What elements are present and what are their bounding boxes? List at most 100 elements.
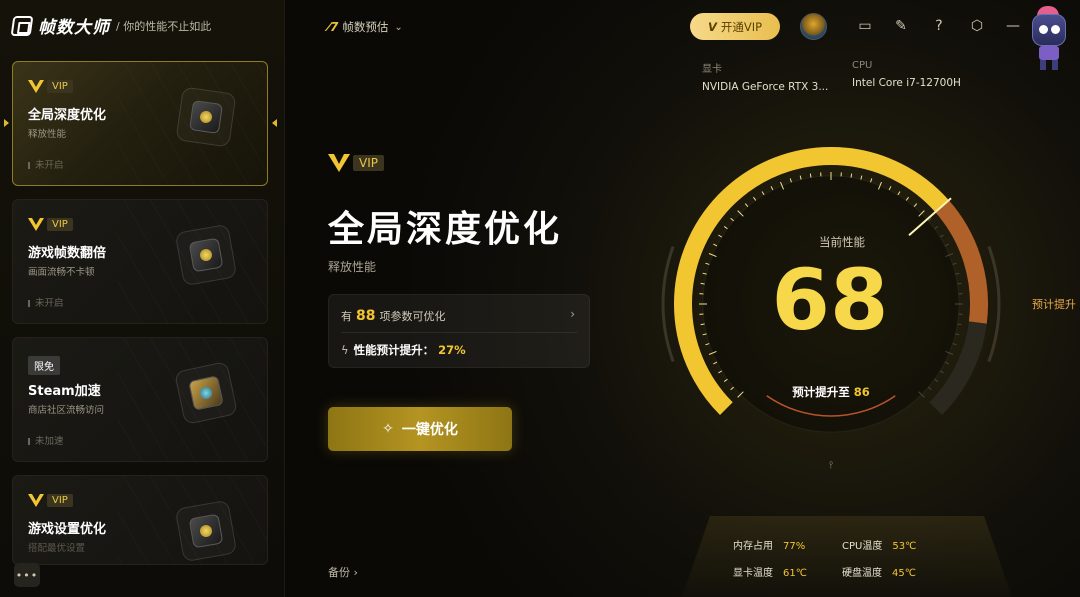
gauge-tick xyxy=(744,203,749,207)
edit-icon[interactable]: ✎ xyxy=(892,17,910,35)
settings-icon[interactable]: ⬡ xyxy=(968,17,986,35)
card-subtitle: 释放性能 xyxy=(28,129,67,140)
divider xyxy=(341,332,577,333)
params-row: 有 88 项参数可优化 xyxy=(341,308,446,324)
card-title: 全局深度优化 xyxy=(28,108,107,123)
system-stats-panel xyxy=(682,516,1012,597)
gauge-tick xyxy=(928,386,932,391)
params-count: 88 xyxy=(356,308,376,324)
gift-icon[interactable]: ▭ xyxy=(856,17,874,35)
vip-badge: VIP xyxy=(28,80,73,93)
gauge-tick xyxy=(860,175,863,180)
app-name: 帧数大师 xyxy=(38,18,110,38)
gauge-tick xyxy=(702,333,707,336)
free-badge: 限免 xyxy=(28,356,60,375)
gauge-tick xyxy=(789,178,792,183)
more-button[interactable]: ••• xyxy=(14,563,40,587)
gauge-tick xyxy=(753,196,757,201)
vip-v-icon: V xyxy=(707,19,717,34)
disk-temp-stat: 硬盘温度 45℃ xyxy=(842,568,916,579)
mem-usage-stat: 内存占用 77% xyxy=(733,541,806,552)
gauge-tick xyxy=(939,370,944,374)
gauge-tick xyxy=(905,196,909,201)
gauge-tick xyxy=(809,173,812,178)
predict-side-tag: 预计提升 xyxy=(1032,298,1076,311)
gauge-tick xyxy=(702,272,707,275)
optimize-info-panel[interactable]: 有 88 项参数可优化 › ϟ 性能预计提升： 27% xyxy=(328,294,590,368)
gauge-tick xyxy=(718,370,723,374)
gauge-outer-deco-right xyxy=(987,246,1001,362)
gauge-tick xyxy=(799,175,802,180)
gauge-tick xyxy=(939,234,944,238)
gpu-value: NVIDIA GeForce RTX 3... xyxy=(702,81,829,93)
gpu-label: 显卡 xyxy=(702,64,722,75)
gauge-tick xyxy=(934,226,939,230)
gauge-bottom-icon: ⫯ xyxy=(828,460,833,471)
gauge-tick xyxy=(713,243,718,247)
card-title: Steam加速 xyxy=(28,384,101,399)
vip-v-icon xyxy=(28,218,44,231)
feature-card-game-settings[interactable]: VIP 游戏设置优化 搭配最优设置 xyxy=(12,475,268,565)
gauge-predict-text: 预计提升至 86 xyxy=(792,385,870,399)
card-subtitle: 搭配最优设置 xyxy=(28,543,86,554)
gauge-tick xyxy=(934,378,939,382)
gauge-tick xyxy=(723,226,728,230)
card-status: 未加速 xyxy=(28,433,64,447)
boost-value: 27% xyxy=(438,343,466,357)
page-subtitle: 释放性能 xyxy=(328,260,377,274)
vip-v-icon xyxy=(328,154,350,172)
minimize-icon[interactable]: — xyxy=(1004,17,1022,35)
chevron-right-icon: › xyxy=(353,566,358,579)
page-title: 全局深度优化 xyxy=(328,209,563,250)
frame-predict-dropdown[interactable]: ⁄7 帧数预估 ⌄ xyxy=(328,19,403,35)
vip-v-icon xyxy=(28,80,44,93)
gpu-temp-stat: 显卡温度 61℃ xyxy=(733,568,807,579)
one-click-optimize-button[interactable]: ✧ 一键优化 xyxy=(328,407,512,451)
gauge-tick xyxy=(700,323,705,326)
gauge-tick xyxy=(850,173,853,178)
support-icon[interactable]: ? xyxy=(930,17,948,35)
gauge-tick xyxy=(955,333,960,336)
joystick-icon xyxy=(174,499,238,563)
gauge-tick xyxy=(870,178,873,183)
feature-card-steam-accelerate[interactable]: 限免 Steam加速 商店社区流畅访问 未加速 xyxy=(12,337,268,462)
predicted-value: 86 xyxy=(853,385,870,399)
gauge-tick xyxy=(957,323,962,326)
vip-v-icon xyxy=(28,494,44,507)
card-subtitle: 商店社区流畅访问 xyxy=(28,405,105,416)
fps-icon: ⁄7 xyxy=(328,20,339,34)
vip-badge: VIP xyxy=(28,494,73,507)
gauge-tick xyxy=(952,262,957,265)
cpu-value: Intel Core i7-12700H xyxy=(852,77,961,89)
rocket-icon xyxy=(173,360,239,426)
chevron-down-icon: ⌄ xyxy=(394,21,403,33)
gauge-tick xyxy=(888,186,892,191)
active-arrow-icon xyxy=(272,119,277,127)
feature-card-frame-double[interactable]: VIP 游戏帧数翻倍 画面流畅不卡顿 未开启 xyxy=(12,199,268,324)
chevron-right-icon[interactable]: › xyxy=(570,307,575,321)
main-panel: ⁄7 帧数预估 ⌄ V 开通VIP ▭ ✎ ? ⬡ — 显卡 NVIDIA Ge… xyxy=(286,0,1080,597)
card-title: 游戏帧数翻倍 xyxy=(28,246,107,261)
mascot-robot-icon[interactable] xyxy=(1026,4,1074,74)
layers-icon xyxy=(174,223,238,287)
hero-vip-badge: VIP xyxy=(328,154,384,172)
app-logo: 帧数大师 / 你的性能不止如此 xyxy=(10,13,211,38)
card-subtitle: 画面流畅不卡顿 xyxy=(28,267,95,278)
gauge-tick xyxy=(944,361,949,365)
gauge-tick xyxy=(897,191,901,196)
logo-icon xyxy=(10,15,34,36)
cpu-temp-stat: CPU温度 53℃ xyxy=(842,541,917,552)
bolt-icon: ϟ xyxy=(341,343,349,357)
gauge-tick xyxy=(705,343,710,346)
card-status: 未开启 xyxy=(28,157,64,171)
gauge-tick xyxy=(705,262,710,265)
sidebar: 帧数大师 / 你的性能不止如此 VIP 全局深度优化 释放性能 未开启 VIP … xyxy=(0,0,285,597)
active-arrow-left-icon xyxy=(4,119,9,127)
backup-link[interactable]: 备份 › xyxy=(328,564,358,580)
avatar[interactable] xyxy=(800,13,827,40)
open-vip-button[interactable]: V 开通VIP xyxy=(690,13,780,40)
card-title: 游戏设置优化 xyxy=(28,522,107,537)
feature-card-global-optimize[interactable]: VIP 全局深度优化 释放性能 未开启 xyxy=(12,61,268,186)
gauge-tick xyxy=(944,243,949,247)
gauge-tick xyxy=(730,386,734,391)
